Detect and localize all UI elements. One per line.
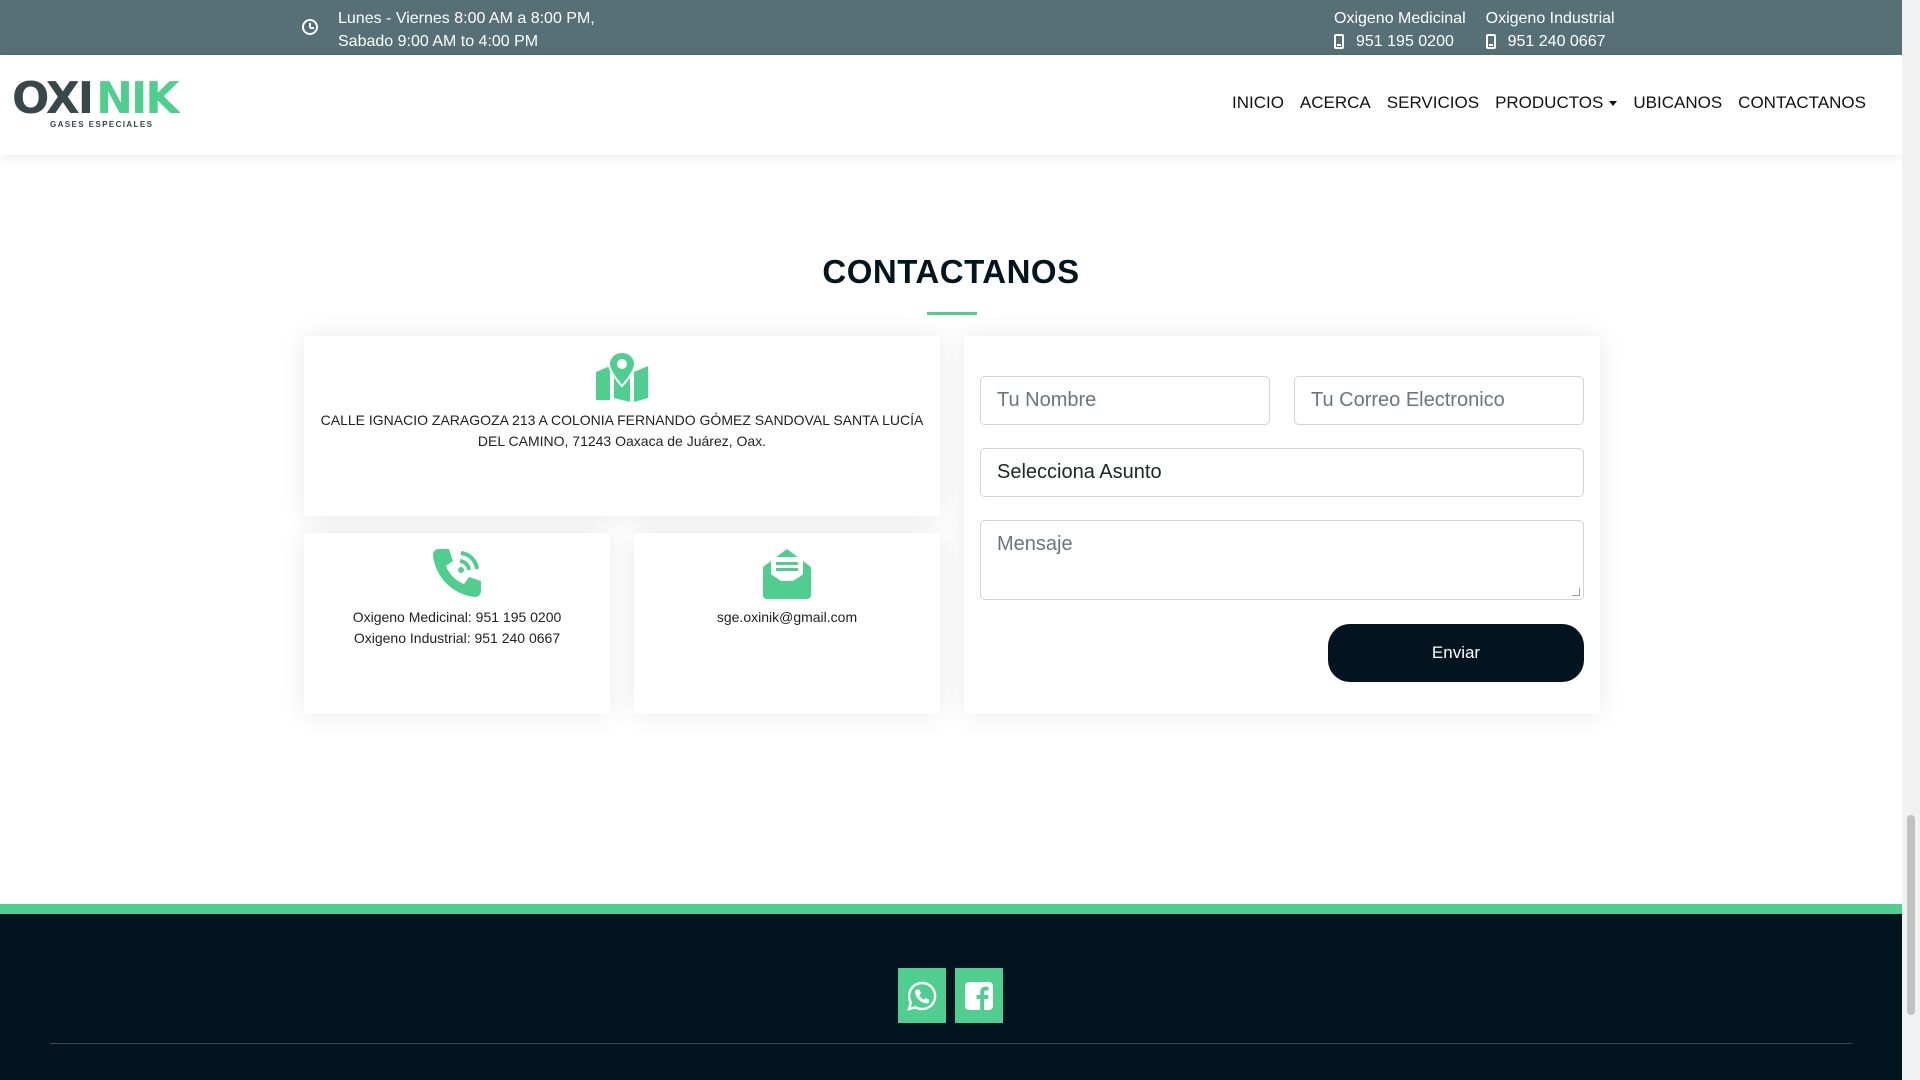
footer-divider xyxy=(50,1043,1852,1044)
map-location-icon xyxy=(596,352,648,402)
nav-servicios[interactable]: SERVICIOS xyxy=(1387,93,1479,113)
address-card: CALLE IGNACIO ZARAGOZA 213 A COLONIA FER… xyxy=(304,336,940,516)
email-input[interactable]: Tu Correo Electronico xyxy=(1294,376,1584,425)
address-text: CALLE IGNACIO ZARAGOZA 213 A COLONIA FER… xyxy=(320,412,924,449)
logo-nik: NIK xyxy=(96,73,179,124)
nav-productos-label: PRODUCTOS xyxy=(1495,93,1604,112)
subject-select[interactable]: Selecciona Asunto xyxy=(980,448,1584,497)
name-input[interactable]: Tu Nombre xyxy=(980,376,1270,425)
phone-card: Oxigeno Medicinal: 951 195 0200 Oxigeno … xyxy=(304,533,610,714)
mobile-phone-icon xyxy=(1334,34,1344,49)
phone-call-icon xyxy=(433,549,481,597)
page-scrollbar[interactable] xyxy=(1902,0,1920,1080)
hours-weekdays: Lunes - Viernes 8:00 AM a 8:00 PM, xyxy=(338,10,595,27)
nav-acerca[interactable]: ACERCA xyxy=(1300,93,1371,113)
whatsapp-icon xyxy=(907,981,937,1011)
contact-form: Tu Nombre Tu Correo Electronico Seleccio… xyxy=(964,336,1600,714)
send-button[interactable]: Enviar xyxy=(1328,624,1584,682)
footer-accent-strip xyxy=(0,904,1902,914)
clock-icon xyxy=(302,19,318,35)
top-info-bar: Lunes - Viernes 8:00 AM a 8:00 PM, Sabad… xyxy=(0,0,1902,55)
email-text[interactable]: sge.oxinik@gmail.com xyxy=(642,607,932,628)
envelope-open-icon xyxy=(763,549,811,599)
nav-contactanos[interactable]: CONTACTANOS xyxy=(1738,93,1866,113)
nav-inicio[interactable]: INICIO xyxy=(1232,93,1284,113)
title-underline xyxy=(927,312,977,315)
hours-saturday: Sabado 9:00 AM to 4:00 PM xyxy=(338,33,539,50)
scrollbar-thumb[interactable] xyxy=(1907,815,1915,1015)
nav-productos[interactable]: PRODUCTOS xyxy=(1495,93,1618,113)
site-header: OXI NIK GASES ESPECIALES INICIO ACERCA S… xyxy=(0,55,1902,155)
phone-industrial-number[interactable]: 951 240 0667 xyxy=(1508,30,1606,53)
phone-medicinal-number[interactable]: 951 195 0200 xyxy=(1356,30,1454,53)
nav-ubicanos[interactable]: UBICANOS xyxy=(1633,93,1722,113)
site-footer xyxy=(0,914,1902,1080)
phone-industrial-label: Oxigeno Industrial xyxy=(1485,10,1615,27)
business-hours: Lunes - Viernes 8:00 AM a 8:00 PM, Sabad… xyxy=(302,7,595,53)
whatsapp-button[interactable] xyxy=(898,968,946,1023)
phone-medicinal-text: Oxigeno Medicinal: 951 195 0200 xyxy=(352,609,562,625)
oxinik-logo[interactable]: OXI NIK GASES ESPECIALES xyxy=(12,73,179,132)
phone-medicinal: Oxigeno Medicinal 951 195 0200 xyxy=(1334,7,1466,53)
email-card: sge.oxinik@gmail.com xyxy=(634,533,940,714)
phone-industrial-text: Oxigeno Industrial: 951 240 0667 xyxy=(353,630,561,646)
mobile-phone-icon xyxy=(1485,34,1496,49)
section-title: CONTACTANOS xyxy=(822,253,1080,290)
message-textarea[interactable]: Mensaje xyxy=(980,520,1584,600)
phone-medicinal-label: Oxigeno Medicinal xyxy=(1334,10,1466,27)
logo-tagline: GASES ESPECIALES xyxy=(50,120,154,129)
top-phones: Oxigeno Medicinal 951 195 0200 Oxigeno I… xyxy=(1334,7,1615,53)
facebook-icon xyxy=(965,981,993,1011)
facebook-button[interactable] xyxy=(955,968,1003,1023)
caret-down-icon xyxy=(1609,101,1618,107)
logo-oxi: OXI xyxy=(12,73,94,124)
main-nav: INICIO ACERCA SERVICIOS PRODUCTOS UBICAN… xyxy=(1232,93,1866,113)
phone-industrial: Oxigeno Industrial 951 240 0667 xyxy=(1485,7,1615,53)
